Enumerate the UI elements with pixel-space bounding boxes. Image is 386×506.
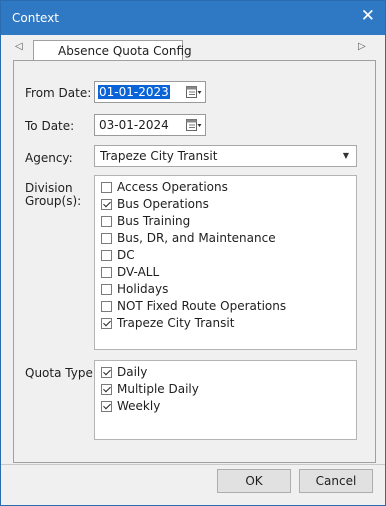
list-item-label: Bus Training — [117, 214, 191, 228]
to-date-label: To Date: — [25, 119, 75, 133]
list-item-label: Multiple Daily — [117, 382, 199, 396]
from-date-field[interactable]: 01-01-2023 — [94, 81, 206, 103]
context-dialog: Context ✕ ◁ Absence Quota Config ▷ From … — [0, 0, 386, 506]
to-date-field[interactable]: 03-01-2024 — [94, 114, 206, 136]
checkbox[interactable] — [101, 401, 112, 412]
footer-divider — [1, 464, 385, 465]
tab-scroll-left-icon[interactable]: ◁ — [15, 41, 23, 52]
division-groups-label-line2: Group(s): — [25, 194, 82, 208]
from-date-label: From Date: — [25, 86, 92, 100]
agency-label: Agency: — [25, 151, 73, 165]
list-item-label: Bus, DR, and Maintenance — [117, 231, 276, 245]
calendar-icon[interactable] — [186, 118, 202, 132]
tab-label: Absence Quota Config — [58, 44, 192, 58]
checkbox[interactable] — [101, 250, 112, 261]
window-title: Context — [12, 11, 60, 25]
quota-type-list[interactable]: Daily Multiple Daily Weekly — [94, 360, 357, 440]
title-bar[interactable]: Context ✕ — [1, 1, 385, 35]
agency-select[interactable]: Trapeze City Transit ▼ — [94, 145, 357, 167]
chevron-down-icon[interactable]: ▼ — [343, 151, 349, 160]
checkbox[interactable] — [101, 267, 112, 278]
checkbox[interactable] — [101, 199, 112, 210]
checkbox[interactable] — [101, 216, 112, 227]
checkbox[interactable] — [101, 367, 112, 378]
list-item-label: Daily — [117, 365, 148, 379]
calendar-icon[interactable] — [186, 85, 202, 99]
from-date-value: 01-01-2023 — [98, 85, 170, 99]
list-item-label: Holidays — [117, 282, 169, 296]
list-item-label: Weekly — [117, 399, 161, 413]
division-groups-label-line1: Division — [25, 181, 73, 195]
agency-value: Trapeze City Transit — [100, 149, 218, 163]
tab-absence-quota-config[interactable]: Absence Quota Config — [33, 40, 192, 61]
list-item-label: Bus Operations — [117, 197, 209, 211]
list-item-label: DV-ALL — [117, 265, 160, 279]
list-item-label: Access Operations — [117, 180, 228, 194]
to-date-value: 03-01-2024 — [99, 118, 169, 132]
close-icon[interactable]: ✕ — [361, 8, 375, 25]
list-item-label: DC — [117, 248, 135, 262]
checkbox[interactable] — [101, 318, 112, 329]
checkbox[interactable] — [101, 284, 112, 295]
tab-scroll-right-icon[interactable]: ▷ — [358, 41, 366, 52]
cancel-button[interactable]: Cancel — [299, 469, 373, 493]
quota-type-label: Quota Type: — [25, 366, 97, 380]
list-item-label: Trapeze City Transit — [117, 316, 235, 330]
ok-button[interactable]: OK — [217, 469, 291, 493]
checkbox[interactable] — [101, 384, 112, 395]
checkbox[interactable] — [101, 233, 112, 244]
checkbox[interactable] — [101, 301, 112, 312]
list-item-label: NOT Fixed Route Operations — [117, 299, 287, 313]
checkbox[interactable] — [101, 182, 112, 193]
division-groups-list[interactable]: Access Operations Bus Operations Bus Tra… — [94, 175, 357, 350]
